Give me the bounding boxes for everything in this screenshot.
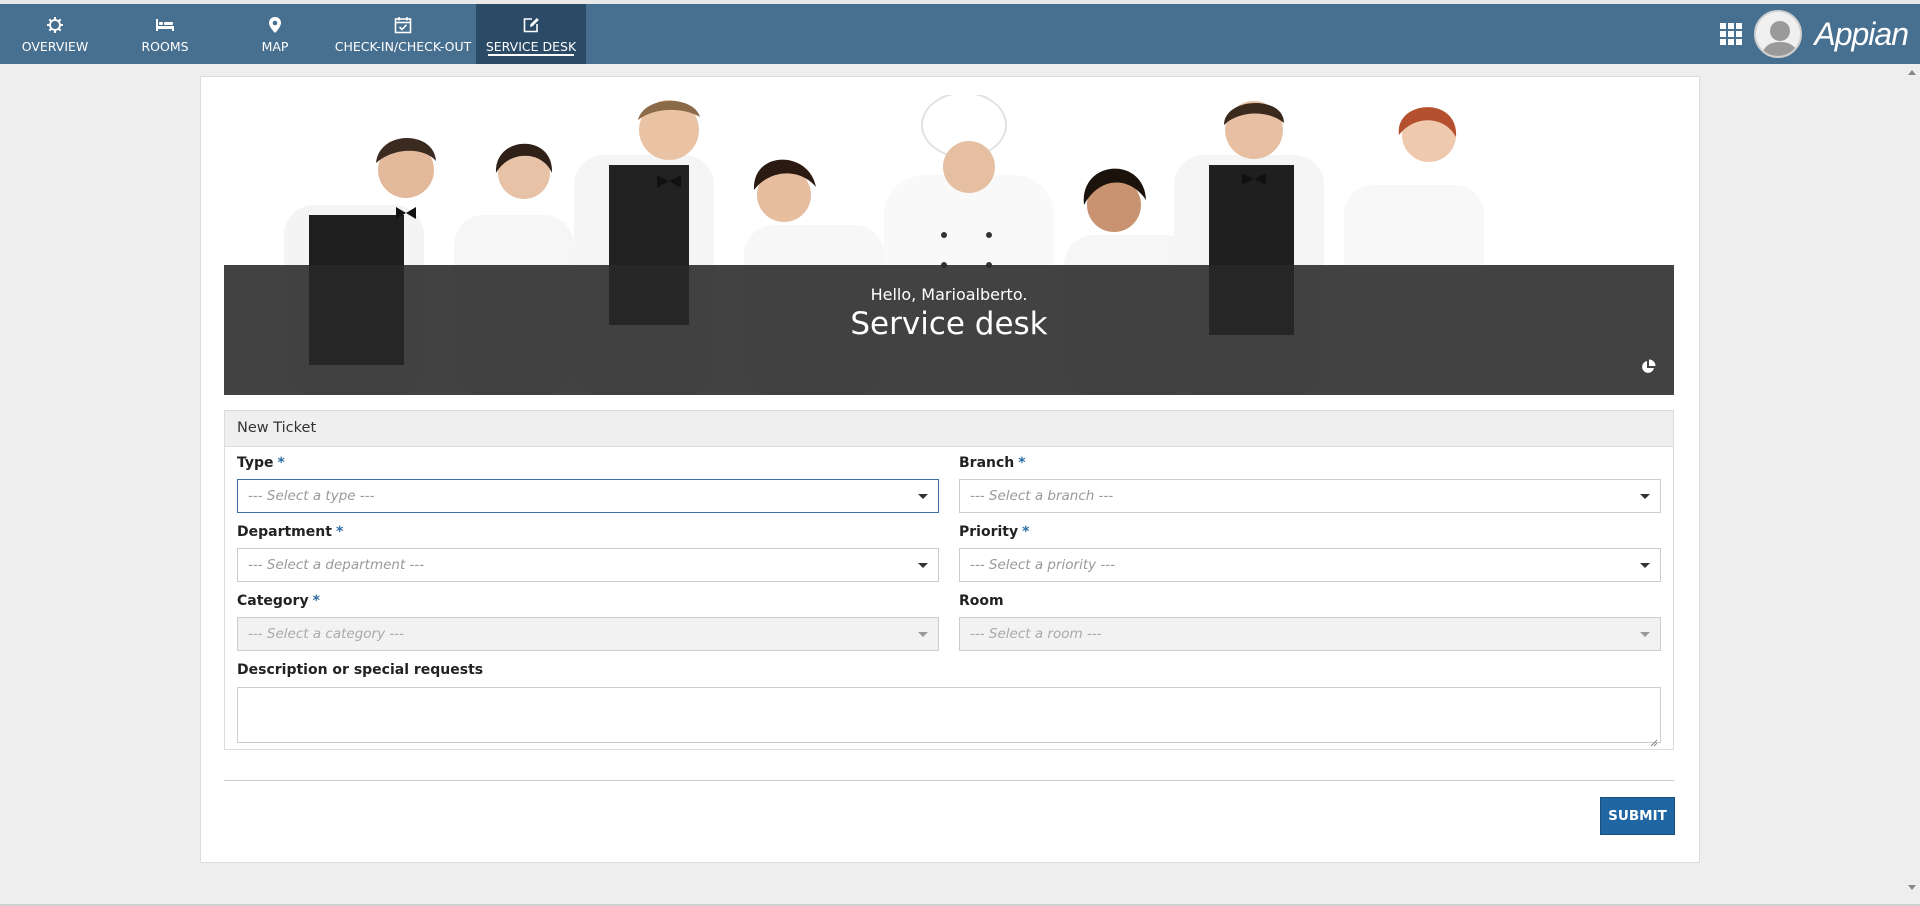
priority-select-placeholder: --- Select a priority --- bbox=[970, 557, 1116, 573]
type-select[interactable]: --- Select a type --- bbox=[237, 479, 939, 513]
department-label: Department * bbox=[237, 524, 343, 540]
chevron-down-icon bbox=[1640, 632, 1650, 637]
room-label-text: Room bbox=[959, 593, 1004, 609]
edit-icon bbox=[521, 15, 541, 35]
chevron-down-icon bbox=[918, 494, 928, 499]
submit-button[interactable]: SUBMIT bbox=[1600, 797, 1675, 835]
pie-chart-icon[interactable] bbox=[1640, 359, 1656, 375]
bed-icon bbox=[155, 15, 175, 35]
scroll-down-arrow-icon[interactable] bbox=[1908, 885, 1916, 890]
tab-label: CHECK-IN/CHECK-OUT bbox=[334, 38, 472, 54]
map-pin-icon bbox=[265, 15, 285, 35]
room-label: Room bbox=[959, 593, 1004, 609]
tab-service-desk[interactable]: SERVICE DESK bbox=[476, 4, 586, 64]
branch-select[interactable]: --- Select a branch --- bbox=[959, 479, 1661, 513]
greeting-text: Hello, Marioalberto. bbox=[870, 285, 1028, 304]
tab-label: MAP bbox=[261, 38, 289, 54]
apps-grid-icon[interactable] bbox=[1720, 23, 1743, 45]
section-title: New Ticket bbox=[225, 411, 1673, 447]
scroll-up-arrow-icon[interactable] bbox=[1908, 70, 1916, 75]
category-select-placeholder: --- Select a category --- bbox=[248, 626, 404, 642]
banner-image: Hello, Marioalberto. Service desk bbox=[224, 95, 1674, 395]
department-select-placeholder: --- Select a department --- bbox=[248, 557, 425, 573]
chevron-down-icon bbox=[1640, 494, 1650, 499]
type-label: Type * bbox=[237, 455, 285, 471]
description-textarea[interactable] bbox=[237, 687, 1661, 747]
tab-label: OVERVIEW bbox=[21, 38, 89, 54]
page-title: Service desk bbox=[850, 306, 1048, 342]
category-select[interactable]: --- Select a category --- bbox=[237, 617, 939, 651]
priority-select[interactable]: --- Select a priority --- bbox=[959, 548, 1661, 582]
gear-icon bbox=[45, 15, 65, 35]
branch-select-placeholder: --- Select a branch --- bbox=[970, 488, 1114, 504]
tab-rooms[interactable]: ROOMS bbox=[110, 4, 220, 64]
form-divider bbox=[224, 780, 1674, 781]
calendar-check-icon bbox=[393, 15, 413, 35]
branch-label: Branch * bbox=[959, 455, 1026, 471]
chevron-down-icon bbox=[918, 632, 928, 637]
priority-label: Priority * bbox=[959, 524, 1029, 540]
category-label: Category * bbox=[237, 593, 320, 609]
priority-label-text: Priority bbox=[959, 524, 1019, 540]
type-select-placeholder: --- Select a type --- bbox=[248, 488, 375, 504]
chevron-down-icon bbox=[918, 563, 928, 568]
tab-label: SERVICE DESK bbox=[485, 38, 577, 54]
required-marker: * bbox=[312, 593, 320, 609]
user-avatar[interactable] bbox=[1754, 10, 1803, 58]
top-navbar: OVERVIEW ROOMS MAP CHECK-IN/CHECK-OUT SE… bbox=[0, 4, 1920, 64]
room-select-placeholder: --- Select a room --- bbox=[970, 626, 1102, 642]
required-marker: * bbox=[1018, 455, 1026, 471]
tab-label: ROOMS bbox=[141, 38, 189, 54]
type-label-text: Type bbox=[237, 455, 274, 471]
category-label-text: Category bbox=[237, 593, 309, 609]
branch-label-text: Branch bbox=[959, 455, 1015, 471]
service-desk-card: Hello, Marioalberto. Service desk New Ti… bbox=[200, 76, 1700, 863]
required-marker: * bbox=[277, 455, 285, 471]
page-scrollbar[interactable] bbox=[1904, 64, 1920, 906]
tab-check-in-check-out[interactable]: CHECK-IN/CHECK-OUT bbox=[330, 4, 476, 64]
tab-map[interactable]: MAP bbox=[220, 4, 330, 64]
room-select[interactable]: --- Select a room --- bbox=[959, 617, 1661, 651]
tab-overview[interactable]: OVERVIEW bbox=[0, 4, 110, 64]
new-ticket-section: New Ticket Type * --- Select a type --- B… bbox=[224, 410, 1674, 750]
chevron-down-icon bbox=[1640, 563, 1650, 568]
department-select[interactable]: --- Select a department --- bbox=[237, 548, 939, 582]
department-label-text: Department bbox=[237, 524, 332, 540]
description-label: Description or special requests bbox=[237, 662, 484, 678]
resize-handle-icon[interactable] bbox=[1650, 732, 1658, 747]
required-marker: * bbox=[335, 524, 344, 540]
brand-logo[interactable]: Appian bbox=[1814, 16, 1909, 53]
required-marker: * bbox=[1022, 524, 1030, 540]
navbar-right: Appian bbox=[1720, 4, 1920, 64]
banner-overlay: Hello, Marioalberto. Service desk bbox=[224, 265, 1674, 395]
